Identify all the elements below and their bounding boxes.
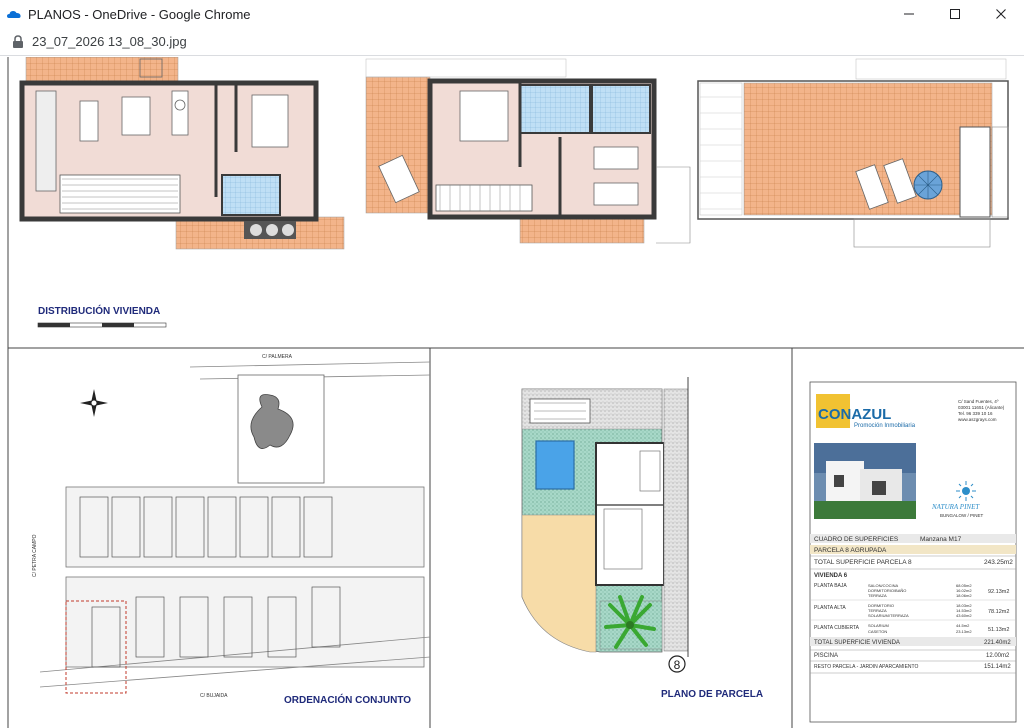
parcela-row: PARCELA 8 AGRUPADA [814, 547, 887, 554]
total-vivienda-label: TOTAL SUPERFICIE VIVIENDA [814, 640, 900, 646]
svg-text:23.13m2: 23.13m2 [956, 629, 972, 634]
onedrive-icon [7, 11, 21, 18]
svg-text:PLANTA BAJA: PLANTA BAJA [814, 583, 847, 589]
ground-floor-plan [19, 57, 345, 250]
total-vivienda-value: 221.40m2 [984, 640, 1011, 646]
plot-plan: 8 [521, 377, 689, 673]
natura-pinet-logo: NATURA PINET [931, 503, 980, 511]
minimize-icon [904, 13, 914, 15]
piscina-label: PISCINA [814, 653, 838, 659]
resto-label: RESTO PARCELA - JARDIN APARCAMIENTO [814, 664, 918, 670]
piscina-value: 12.00m2 [986, 653, 1010, 659]
total-parcela-label: TOTAL SUPERFICIE PARCELA 8 [814, 559, 912, 566]
sun-logo-icon [956, 481, 976, 501]
scale-bar [37, 322, 167, 328]
total-parcela-value: 243.25m2 [984, 559, 1013, 566]
render-photo [814, 443, 916, 519]
distribucion-label: DISTRIBUCIÓN VIVIENDA [38, 304, 160, 317]
svg-text:SOLARIUM: SOLARIUM [868, 623, 889, 628]
street-left-label: C/ PETRA CAMPO [32, 534, 38, 577]
legend-panel: CONAZUL Promoción Inmobiliaria C/ Sand F… [809, 381, 1017, 723]
upper-floor-plan [365, 58, 691, 244]
svg-text:SOLARIUM/TERRAZA: SOLARIUM/TERRAZA [868, 613, 909, 618]
address-line-3: Tel. 96 339 10 16 [958, 411, 993, 416]
street-bottom-label: C/ BUJAIDA [200, 693, 228, 699]
window-title: PLANOS - OneDrive - Google Chrome [28, 6, 251, 22]
maximize-icon [950, 9, 960, 19]
roof-plan [697, 58, 1009, 248]
street-top-label: C/ PALMERA [262, 354, 293, 360]
brand-name: CONAZUL [818, 406, 891, 423]
brand-subtitle: Promoción Inmobiliaria [854, 423, 916, 429]
window-titlebar: PLANOS - OneDrive - Google Chrome [0, 0, 1024, 28]
svg-text:PLANTA CUBIERTA: PLANTA CUBIERTA [814, 625, 860, 631]
svg-text:78.12m2: 78.12m2 [988, 609, 1009, 615]
address-bar: 23_07_2026 13_08_30.jpg [0, 28, 1024, 56]
svg-text:TERRAZA: TERRAZA [868, 593, 887, 598]
site-plan: C/ PALMERA C/ BUJAIDA C/ PETRA CAMPO [32, 354, 431, 699]
address-line-4: www.aszgrays.com [958, 417, 997, 422]
url-text[interactable]: 23_07_2026 13_08_30.jpg [32, 34, 187, 49]
maximize-button[interactable] [932, 0, 978, 28]
ordenacion-label: ORDENACIÓN CONJUNTO [284, 693, 411, 706]
parcela-label: PLANO DE PARCELA [661, 689, 763, 700]
svg-text:PLANTA ALTA: PLANTA ALTA [814, 605, 846, 611]
natura-pinet-sub: BUNGALOW / PINET [940, 513, 984, 518]
svg-text:51.13m2: 51.13m2 [988, 627, 1009, 633]
resto-value: 151.14m2 [984, 664, 1011, 670]
address-line-1: C/ Sand Fuentes, 4º [958, 399, 999, 404]
close-button[interactable] [978, 0, 1024, 28]
svg-text:44.5m2: 44.5m2 [956, 623, 970, 628]
svg-text:18.06m2: 18.06m2 [956, 593, 972, 598]
close-icon [996, 9, 1006, 19]
svg-text:92.13m2: 92.13m2 [988, 589, 1009, 595]
pool [535, 440, 575, 490]
plot-number: 8 [674, 658, 681, 672]
minimize-button[interactable] [886, 0, 932, 28]
compass-icon [80, 389, 108, 417]
architectural-plan: DISTRIBUCIÓN VIVIENDA C/ PALMERA C/ BUJA… [7, 57, 1024, 728]
window-controls [886, 0, 1024, 28]
svg-text:43.60m2: 43.60m2 [956, 613, 972, 618]
lock-icon[interactable] [12, 34, 24, 49]
svg-text:CASETON: CASETON [868, 629, 887, 634]
image-viewport: DISTRIBUCIÓN VIVIENDA C/ PALMERA C/ BUJA… [0, 57, 1024, 728]
address-line-2: 03001 11651 (Alicante) [958, 405, 1005, 410]
manzana: Manzana M17 [920, 536, 962, 543]
cuadro-title: CUADRO DE SUPERFICIES [814, 536, 899, 543]
vivienda-label: VIVIENDA 6 [814, 573, 848, 579]
